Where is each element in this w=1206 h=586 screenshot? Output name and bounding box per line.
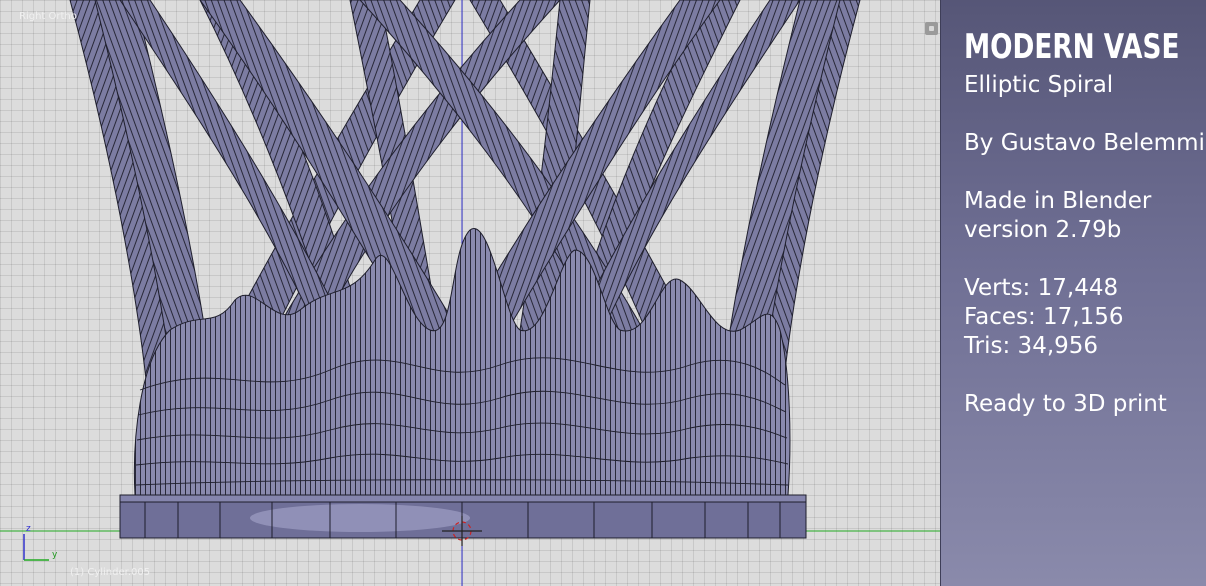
made-in-text: Made in Blender (964, 188, 1152, 214)
3d-viewport[interactable]: Right Ortho (1) Cylinder.005 z y (0, 0, 940, 586)
print-note: Ready to 3D print (964, 391, 1167, 417)
view-name-label: Right Ortho (19, 11, 77, 22)
vase-body (133, 228, 791, 496)
verts-stat: Verts: 17,448 (964, 275, 1119, 301)
author-text: By Gustavo Belemmi (964, 130, 1205, 156)
active-object-label: (1) Cylinder.005 (70, 567, 151, 578)
axis-gizmo: z y (16, 522, 66, 567)
version-text: version 2.79b (964, 217, 1122, 243)
region-toggle-button[interactable] (925, 22, 938, 35)
info-panel: MODERN VASE Elliptic Spiral By Gustavo B… (940, 0, 1206, 586)
vase-mesh (0, 0, 940, 586)
faces-stat: Faces: 17,156 (964, 304, 1124, 330)
panel-title: MODERN VASE (964, 27, 1180, 67)
tris-stat: Tris: 34,956 (964, 333, 1099, 359)
panel-subtitle: Elliptic Spiral (964, 72, 1114, 98)
z-axis-label: z (26, 524, 31, 534)
y-axis-label: y (52, 550, 58, 560)
